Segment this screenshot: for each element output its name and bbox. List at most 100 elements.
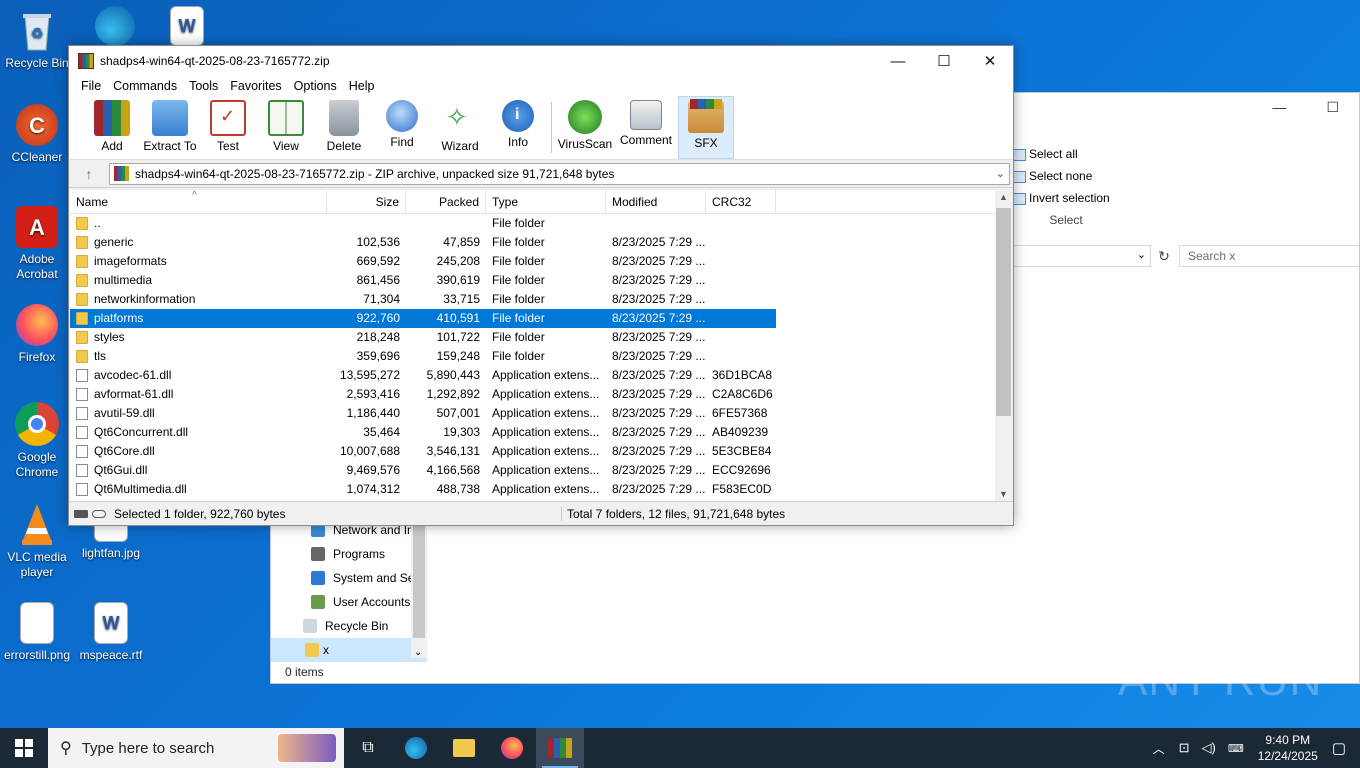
column-header-modified[interactable]: Modified (606, 190, 706, 213)
taskbar-firefox[interactable] (488, 728, 536, 768)
title-bar[interactable]: shadps4-win64-qt-2025-08-23-7165772.zip … (69, 46, 1013, 76)
table-row[interactable]: avcodec-61.dll 13,595,272 5,890,443 Applica… (70, 366, 996, 385)
column-header-crc32[interactable]: CRC32 (706, 190, 776, 213)
desktop-icon-adobe-acrobat[interactable]: A Adobe Acrobat (0, 206, 74, 282)
desktop-icon-edge[interactable] (78, 6, 152, 50)
desktop-icon-ccleaner[interactable]: C CCleaner (0, 104, 74, 165)
menu-commands[interactable]: Commands (107, 76, 183, 96)
table-row[interactable]: generic 102,536 47,859 File folder 8/23/2025… (70, 233, 996, 252)
select-all-button[interactable]: Select all (1011, 143, 1121, 165)
find-button[interactable]: Find (373, 96, 431, 159)
file-rows: .. File folder generic 102,536 47,859 File fo… (70, 214, 996, 499)
desktop-icon-vlc[interactable]: VLC media player (0, 502, 74, 580)
scroll-up-icon[interactable]: ▲ (995, 192, 1012, 202)
recycle-bin-icon: ♻ (15, 8, 59, 52)
firefox-icon (16, 304, 58, 346)
menu-help[interactable]: Help (343, 76, 381, 96)
invert-selection-button[interactable]: Invert selection (1011, 187, 1121, 209)
scroll-down-icon[interactable]: ▼ (995, 489, 1012, 499)
up-folder-button[interactable]: ↑ (69, 166, 109, 182)
minimize-button[interactable]: — (875, 46, 921, 76)
key-icon[interactable] (92, 509, 106, 518)
taskbar-search[interactable]: ⚲ Type here to search (48, 728, 344, 768)
table-row[interactable]: .. File folder (70, 214, 996, 233)
maximize-icon[interactable]: ☐ (1326, 99, 1339, 115)
network-icon[interactable]: ⊡ (1179, 740, 1190, 756)
minimize-icon[interactable]: — (1273, 99, 1287, 115)
taskbar-file-explorer[interactable] (440, 728, 488, 768)
table-row[interactable]: avutil-59.dll 1,186,440 507,001 Application… (70, 404, 996, 423)
file-list-scrollbar[interactable]: ▲ ▼ (995, 190, 1012, 501)
comment-button[interactable]: Comment (614, 96, 678, 159)
add-button[interactable]: Add (83, 96, 141, 159)
view-button[interactable]: View (257, 96, 315, 159)
select-none-button[interactable]: Select none (1011, 165, 1121, 187)
notifications-icon[interactable]: ▢ (1332, 739, 1346, 757)
maximize-icon: ☐ (937, 53, 951, 70)
explorer-address-bar[interactable]: ⌄ (1011, 245, 1151, 267)
column-header-packed[interactable]: Packed (406, 190, 486, 213)
explorer-window-controls[interactable]: — ☐ (1273, 99, 1339, 116)
column-header-name[interactable]: Name ^ (70, 190, 327, 213)
column-header-size[interactable]: Size (327, 190, 406, 213)
wizard-button[interactable]: ✧ Wizard (431, 96, 489, 159)
menu-file[interactable]: File (75, 76, 107, 96)
table-row[interactable]: tls 359,696 159,248 File folder 8/23/2025 7:… (70, 347, 996, 366)
refresh-icon[interactable]: ↻ (1153, 245, 1175, 267)
desktop-icon-mspeace[interactable]: W mspeace.rtf (74, 602, 148, 663)
table-row[interactable]: avformat-61.dll 2,593,416 1,292,892 Applica… (70, 385, 996, 404)
cell-packed: 245,208 (436, 254, 480, 268)
archive-path-field[interactable]: shadps4-win64-qt-2025-08-23-7165772.zip … (109, 162, 1010, 185)
tray-overflow-icon[interactable]: ︿ (1153, 740, 1165, 757)
desktop-icon-errorstill[interactable]: errorstill.png (0, 602, 74, 663)
clock[interactable]: 9:40 PM 12/24/2025 (1258, 732, 1318, 764)
scroll-down-icon[interactable]: ⌄ (414, 647, 422, 658)
table-row[interactable]: networkinformation 71,304 33,715 File folde… (70, 290, 996, 309)
drive-icon[interactable] (74, 509, 88, 518)
info-button[interactable]: i Info (489, 96, 547, 159)
desktop-icon-recycle-bin[interactable]: ♻ Recycle Bin (0, 8, 74, 71)
chevron-down-icon[interactable]: ⌄ (1137, 248, 1146, 261)
desktop-icon-firefox[interactable]: Firefox (0, 304, 74, 365)
table-row[interactable]: imageformats 669,592 245,208 File folder 8/2… (70, 252, 996, 271)
language-icon[interactable]: ⌨ (1228, 742, 1244, 755)
dll-file-icon (76, 426, 88, 439)
nav-item-x[interactable]: x (271, 638, 427, 662)
menu-tools[interactable]: Tools (183, 76, 224, 96)
scrollbar-thumb[interactable] (996, 208, 1011, 416)
maximize-button[interactable]: ☐ (921, 46, 967, 76)
table-row[interactable]: Qt6Core.dll 10,007,688 3,546,131 Applicatio… (70, 442, 996, 461)
cell-crc32 (706, 271, 776, 290)
delete-button[interactable]: Delete (315, 96, 373, 159)
task-view-button[interactable]: ⧉ (344, 728, 392, 768)
menu-options[interactable]: Options (288, 76, 343, 96)
table-row[interactable]: platforms 922,760 410,591 File folder 8/23/2… (70, 309, 996, 328)
test-button[interactable]: ✓ Test (199, 96, 257, 159)
nav-item-programs[interactable]: Programs (271, 542, 427, 566)
sfx-button[interactable]: SFX (678, 96, 734, 159)
nav-item-user-accounts[interactable]: User Accounts (271, 590, 427, 614)
close-button[interactable]: ✕ (967, 46, 1013, 76)
extract-to-button[interactable]: Extract To (141, 96, 199, 159)
explorer-search-input[interactable]: Search x (1179, 245, 1360, 267)
toolbar-label: Wizard (441, 139, 479, 153)
menu-favorites[interactable]: Favorites (224, 76, 287, 96)
start-button[interactable] (0, 728, 48, 768)
cell-type: File folder (492, 273, 545, 287)
explorer-nav-scrollbar[interactable]: ⌄ (411, 518, 427, 658)
table-row[interactable]: Qt6Multimedia.dll 1,074,312 488,738 Applica… (70, 480, 996, 499)
table-row[interactable]: multimedia 861,456 390,619 File folder 8/23/… (70, 271, 996, 290)
taskbar-winrar[interactable] (536, 728, 584, 768)
nav-item-system[interactable]: System and Se (271, 566, 427, 590)
nav-item-recycle-bin[interactable]: Recycle Bin (271, 614, 427, 638)
table-row[interactable]: styles 218,248 101,722 File folder 8/23/2025… (70, 328, 996, 347)
virusscan-button[interactable]: VirusScan (556, 96, 614, 159)
chevron-down-icon[interactable]: ⌄ (996, 167, 1005, 180)
desktop-icon-word[interactable]: W (150, 6, 224, 50)
table-row[interactable]: Qt6Concurrent.dll 35,464 19,303 Application… (70, 423, 996, 442)
desktop-icon-chrome[interactable]: Google Chrome (0, 402, 74, 480)
column-header-type[interactable]: Type (486, 190, 606, 213)
volume-icon[interactable]: ◁) (1202, 740, 1216, 756)
table-row[interactable]: Qt6Gui.dll 9,469,576 4,166,568 Application … (70, 461, 996, 480)
taskbar-edge[interactable] (392, 728, 440, 768)
